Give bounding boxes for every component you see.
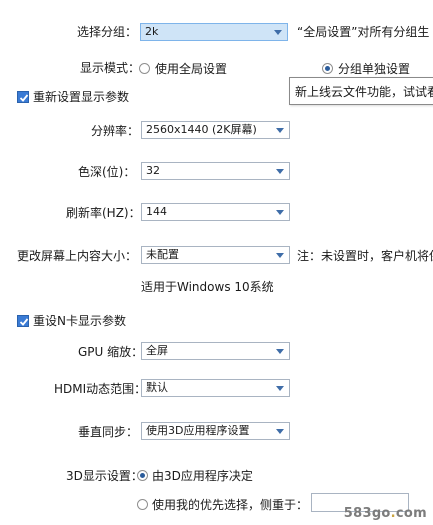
resolution-value: 2560x1440 (2K屏幕) xyxy=(146,123,257,136)
radio-global-settings-label[interactable]: 使用全局设置 xyxy=(155,62,227,76)
chevron-down-icon xyxy=(276,386,284,391)
reset-display-checkbox[interactable] xyxy=(17,91,29,103)
chevron-down-icon xyxy=(276,128,284,133)
watermark-tail: com xyxy=(395,506,427,521)
gpu-scaling-value: 全屏 xyxy=(146,344,168,357)
radio-group-settings-label[interactable]: 分组单独设置 xyxy=(338,62,410,76)
checkmark-icon xyxy=(19,318,29,326)
chevron-down-icon xyxy=(276,169,284,174)
group-select[interactable]: 2k xyxy=(140,23,288,41)
hdmi-range-select[interactable]: 默认 xyxy=(141,379,290,397)
resolution-label: 分辨率： xyxy=(91,124,140,138)
chevron-down-icon xyxy=(276,349,284,354)
radio-3d-app-decides[interactable] xyxy=(137,470,148,481)
vsync-value: 使用3D应用程序设置 xyxy=(146,424,250,437)
site-watermark: 583go.com xyxy=(344,506,427,521)
settings-3d-label: 3D显示设置： xyxy=(66,469,143,483)
display-mode-label: 显示模式： xyxy=(80,61,141,75)
color-depth-select[interactable]: 32 xyxy=(141,162,290,180)
checkmark-icon xyxy=(19,94,29,102)
content-size-select[interactable]: 未配置 xyxy=(141,246,290,264)
windows10-note: 适用于Windows 10系统 xyxy=(141,280,274,294)
reset-gpu-checkbox[interactable] xyxy=(17,315,29,327)
refresh-rate-label: 刷新率(HZ)： xyxy=(66,206,141,220)
vsync-select[interactable]: 使用3D应用程序设置 xyxy=(141,422,290,440)
watermark-main: 583go xyxy=(343,506,391,521)
chevron-down-icon xyxy=(276,429,284,434)
hdmi-range-value: 默认 xyxy=(146,381,168,394)
gpu-scaling-select[interactable]: 全屏 xyxy=(141,342,290,360)
group-label: 选择分组： xyxy=(77,25,138,39)
reset-gpu-label[interactable]: 重设N卡显示参数 xyxy=(33,314,126,328)
color-depth-value: 32 xyxy=(146,164,160,177)
hdmi-range-label: HDMI动态范围： xyxy=(54,382,147,396)
radio-3d-my-preference-label[interactable]: 使用我的优先选择，侧重于： xyxy=(152,498,308,512)
content-size-note: 注：未设置时，客户机将保 xyxy=(297,249,433,263)
content-size-value: 未配置 xyxy=(146,248,179,261)
refresh-rate-value: 144 xyxy=(146,205,167,218)
chevron-down-icon xyxy=(274,30,282,35)
radio-group-settings[interactable] xyxy=(322,63,333,74)
refresh-rate-select[interactable]: 144 xyxy=(141,203,290,221)
cloud-file-tooltip: 新上线云文件功能，试试看 xyxy=(289,77,433,105)
chevron-down-icon xyxy=(276,253,284,258)
content-size-label: 更改屏幕上内容大小： xyxy=(17,249,138,263)
radio-3d-my-preference[interactable] xyxy=(137,499,148,510)
radio-3d-app-decides-label[interactable]: 由3D应用程序决定 xyxy=(152,469,253,483)
reset-display-label[interactable]: 重新设置显示参数 xyxy=(33,90,129,104)
group-note: “全局设置”对所有分组生 xyxy=(297,25,430,39)
group-select-value: 2k xyxy=(145,25,159,38)
resolution-select[interactable]: 2560x1440 (2K屏幕) xyxy=(141,121,290,139)
tooltip-text: 新上线云文件功能，试试看 xyxy=(295,85,433,99)
vsync-label: 垂直同步： xyxy=(78,425,139,439)
color-depth-label: 色深(位)： xyxy=(78,165,136,179)
chevron-down-icon xyxy=(276,210,284,215)
radio-global-settings[interactable] xyxy=(139,63,150,74)
gpu-scaling-label: GPU 缩放： xyxy=(78,345,144,359)
